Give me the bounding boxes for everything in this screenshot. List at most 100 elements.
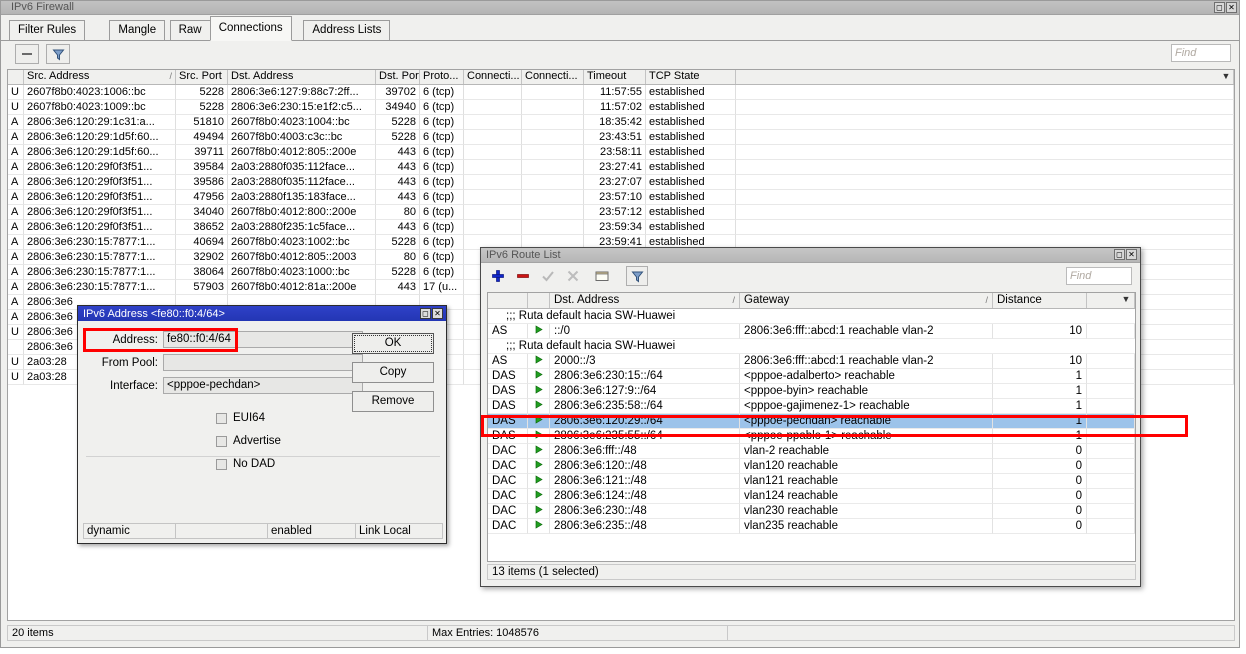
table-row[interactable]: A2806:3e6:120:29f0f3f51...479562a03:2880… <box>8 190 1234 205</box>
table-row[interactable]: DAS2806:3e6:120:29::/64<pppoe-pechdan> r… <box>488 414 1135 429</box>
no-dad-checkbox-row[interactable]: No DAD <box>216 458 275 470</box>
find-input[interactable]: Find <box>1171 44 1231 62</box>
row-src-address: 2806:3e6:120:29:1c31:a... <box>24 115 176 130</box>
connections-table-header: Src. Address / Src. Port Dst. Address Ds… <box>8 70 1234 85</box>
column-header-arrow[interactable] <box>528 293 550 308</box>
route-comment-row[interactable]: ;;; Ruta default hacia SW-Huawei <box>488 339 1135 354</box>
table-row[interactable]: U2607f8b0:4023:1009::bc52282806:3e6:230:… <box>8 100 1234 115</box>
address-field-row: Address: fe80::f0:4/64 <box>88 331 363 348</box>
route-comment-row[interactable]: ;;; Ruta default hacia SW-Huawei <box>488 309 1135 324</box>
route-distance: 1 <box>993 399 1087 414</box>
advertise-checkbox[interactable] <box>216 436 227 447</box>
table-row[interactable]: A2806:3e6:120:29f0f3f51...340402607f8b0:… <box>8 205 1234 220</box>
filter-button[interactable] <box>626 266 648 286</box>
table-row[interactable]: DAC2806:3e6:fff::/48vlan-2 reachable0 <box>488 444 1135 459</box>
route-active-arrow-icon <box>528 399 550 414</box>
comment-button[interactable] <box>591 266 613 286</box>
from-pool-input[interactable] <box>163 354 363 371</box>
disable-route-button[interactable] <box>562 266 584 286</box>
column-header-flag[interactable] <box>8 70 24 84</box>
column-header-timeout[interactable]: Timeout <box>584 70 646 84</box>
table-row[interactable]: A2806:3e6:120:29:1c31:a...518102607f8b0:… <box>8 115 1234 130</box>
maximize-icon[interactable]: ◻ <box>420 308 431 319</box>
table-row[interactable]: DAS2806:3e6:235:58::/64<pppoe-gajimenez-… <box>488 399 1135 414</box>
route-distance: 0 <box>993 489 1087 504</box>
column-header-src-port[interactable]: Src. Port <box>176 70 228 84</box>
table-row[interactable]: A2806:3e6:120:29:1d5f:60...494942607f8b0… <box>8 130 1234 145</box>
add-route-button[interactable] <box>487 266 509 286</box>
route-dst-address: 2806:3e6:120:29::/64 <box>550 414 740 429</box>
route-window-controls: ◻ ✕ <box>1114 249 1137 260</box>
column-header-distance[interactable]: Distance <box>993 293 1087 308</box>
enable-route-button[interactable] <box>537 266 559 286</box>
table-row[interactable]: A2806:3e6:120:29f0f3f51...395842a03:2880… <box>8 160 1234 175</box>
row-protocol: 6 (tcp) <box>420 115 464 130</box>
remove-route-button[interactable] <box>512 266 534 286</box>
table-row[interactable]: AS::/02806:3e6:fff::abcd:1 reachable vla… <box>488 324 1135 339</box>
route-flags: AS <box>488 354 528 369</box>
row-protocol: 6 (tcp) <box>420 145 464 160</box>
remove-button[interactable] <box>15 44 39 64</box>
table-row[interactable]: DAS2806:3e6:127:9::/64<pppoe-byin> reach… <box>488 384 1135 399</box>
ipv6-address-dialog: IPv6 Address <fe80::f0:4/64> ◻ ✕ Address… <box>77 305 447 544</box>
close-icon[interactable]: ✕ <box>432 308 443 319</box>
row-src-address: 2806:3e6:120:29f0f3f51... <box>24 175 176 190</box>
filter-button[interactable] <box>46 44 70 64</box>
status-blank <box>175 523 267 539</box>
table-row[interactable]: A2806:3e6:120:29f0f3f51...395862a03:2880… <box>8 175 1234 190</box>
table-row[interactable]: A2806:3e6:120:29:1d5f:60...397112607f8b0… <box>8 145 1234 160</box>
column-header-tcp-state[interactable]: TCP State <box>646 70 736 84</box>
address-input[interactable]: fe80::f0:4/64 <box>163 331 363 348</box>
row-src-port: 51810 <box>176 115 228 130</box>
table-row[interactable]: DAC2806:3e6:235::/48vlan235 reachable0 <box>488 519 1135 534</box>
table-row[interactable]: DAC2806:3e6:121::/48vlan121 reachable0 <box>488 474 1135 489</box>
row-flag: A <box>8 145 24 160</box>
column-header-src-address[interactable]: Src. Address / <box>24 70 176 84</box>
column-chooser-icon[interactable]: ▼ <box>1220 71 1232 82</box>
tab-connections[interactable]: Connections <box>210 16 292 41</box>
row-flag: A <box>8 220 24 235</box>
ok-button[interactable]: OK <box>352 333 434 354</box>
route-active-arrow-icon <box>528 369 550 384</box>
row-protocol: 6 (tcp) <box>420 175 464 190</box>
interface-select[interactable]: <pppoe-pechdan> <box>163 377 363 394</box>
table-row[interactable]: DAS2806:3e6:230:15::/64<pppoe-adalberto>… <box>488 369 1135 384</box>
tab-mangle[interactable]: Mangle <box>109 20 165 40</box>
column-header-gateway[interactable]: Gateway / <box>740 293 993 308</box>
eui64-checkbox[interactable] <box>216 413 227 424</box>
column-header-flags[interactable] <box>488 293 528 308</box>
table-row[interactable]: DAC2806:3e6:230::/48vlan230 reachable0 <box>488 504 1135 519</box>
column-header-dst-address[interactable]: Dst. Address <box>228 70 376 84</box>
maximize-icon[interactable]: ◻ <box>1214 2 1225 13</box>
close-icon[interactable]: ✕ <box>1226 2 1237 13</box>
eui64-checkbox-row[interactable]: EUI64 <box>216 412 265 424</box>
table-row[interactable]: A2806:3e6:120:29f0f3f51...386522a03:2880… <box>8 220 1234 235</box>
tab-raw[interactable]: Raw <box>170 20 211 40</box>
close-icon[interactable]: ✕ <box>1126 249 1137 260</box>
table-row[interactable]: AS2000::/32806:3e6:fff::abcd:1 reachable… <box>488 354 1135 369</box>
copy-button[interactable]: Copy <box>352 362 434 383</box>
column-header-dst-port[interactable]: Dst. Port <box>376 70 420 84</box>
table-row[interactable]: DAC2806:3e6:124::/48vlan124 reachable0 <box>488 489 1135 504</box>
route-table[interactable]: Dst. Address / Gateway / Distance ▼ ;;; … <box>487 292 1136 562</box>
advertise-checkbox-row[interactable]: Advertise <box>216 435 281 447</box>
table-row[interactable]: U2607f8b0:4023:1006::bc52282806:3e6:127:… <box>8 85 1234 100</box>
row-dst-address: 2607f8b0:4003:c3c::bc <box>228 130 376 145</box>
no-dad-checkbox[interactable] <box>216 459 227 470</box>
route-find-input[interactable]: Find <box>1066 267 1132 285</box>
column-header-connection-1[interactable]: Connecti... <box>464 70 522 84</box>
column-header-connection-2[interactable]: Connecti... <box>522 70 584 84</box>
route-gateway: <pppoe-gajimenez-1> reachable <box>740 399 993 414</box>
table-row[interactable]: DAS2806:3e6:235:55::/64<pppoe-ppablo-1> … <box>488 429 1135 444</box>
row-protocol: 6 (tcp) <box>420 190 464 205</box>
tab-filter-rules[interactable]: Filter Rules <box>9 20 85 40</box>
tab-address-lists[interactable]: Address Lists <box>303 20 390 40</box>
column-chooser-icon[interactable]: ▼ <box>1120 294 1132 306</box>
remove-button[interactable]: Remove <box>352 391 434 412</box>
column-header-dst-address[interactable]: Dst. Address / <box>550 293 740 308</box>
route-gateway: vlan124 reachable <box>740 489 993 504</box>
maximize-icon[interactable]: ◻ <box>1114 249 1125 260</box>
route-flags: DAS <box>488 384 528 399</box>
column-header-protocol[interactable]: Proto... <box>420 70 464 84</box>
table-row[interactable]: DAC2806:3e6:120::/48vlan120 reachable0 <box>488 459 1135 474</box>
